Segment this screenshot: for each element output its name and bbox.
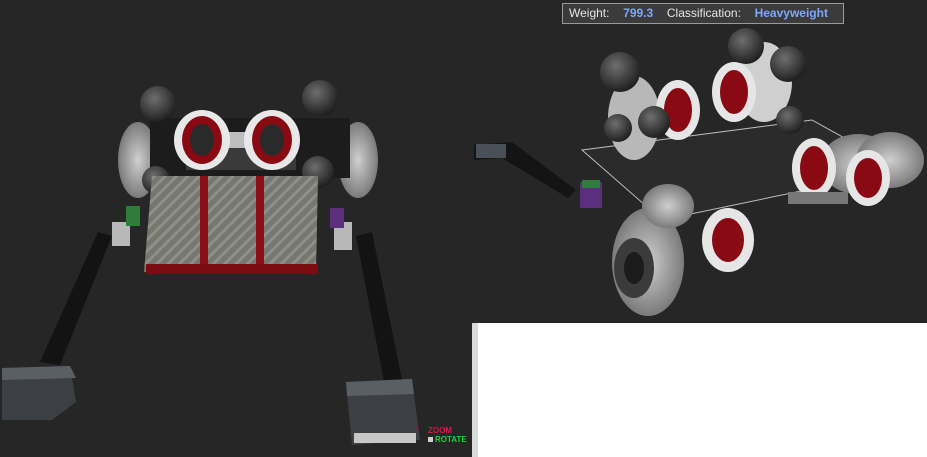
front-3d-viewport[interactable]: ZOOM ROTATE: [0, 0, 472, 457]
robot-stats-bar: Weight: 799.3 Classification: Heavyweigh…: [562, 3, 844, 24]
rotate-control-label[interactable]: ROTATE: [435, 435, 467, 444]
weight-label: Weight:: [569, 6, 610, 20]
perspective-3d-viewport[interactable]: Weight: 799.3 Classification: Heavyweigh…: [472, 0, 927, 323]
robot-front-render: [2, 80, 420, 445]
classification-value: Heavyweight: [754, 6, 828, 20]
classification-label: Classification:: [666, 6, 741, 20]
empty-panel: [472, 323, 927, 457]
robot-perspective-render: [474, 28, 924, 316]
weight-value: 799.3: [623, 6, 654, 20]
mouse-icon: [428, 437, 433, 442]
zoom-control-label[interactable]: ZOOM: [428, 426, 467, 435]
panel-border: [472, 323, 478, 457]
control-legend: ZOOM ROTATE: [428, 426, 467, 444]
